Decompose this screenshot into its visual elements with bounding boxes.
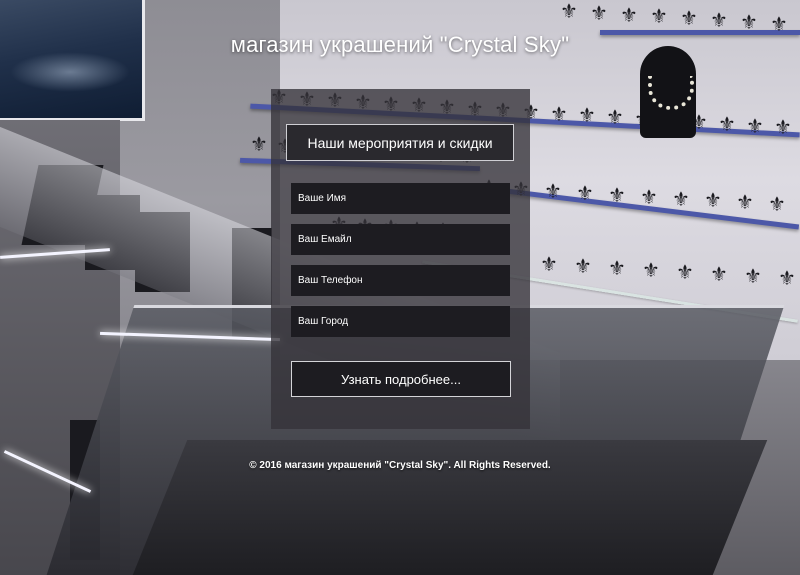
earring-stand: ⚜ [676, 262, 694, 285]
earring-stand: ⚜ [710, 264, 728, 287]
earring-stand: ⚜ [608, 184, 626, 207]
learn-more-button[interactable]: Узнать подробнее... [291, 361, 511, 397]
email-field[interactable] [291, 224, 510, 255]
site-title: магазин украшений "Crystal Sky" [230, 32, 570, 57]
earring-stand: ⚜ [768, 194, 786, 217]
earring-stand: ⚜ [544, 180, 562, 203]
earring-stand: ⚜ [608, 258, 626, 281]
wall-painting [0, 0, 145, 121]
earring-stand: ⚜ [606, 107, 624, 130]
earring-stand: ⚜ [640, 186, 658, 209]
earring-stand: ⚜ [650, 6, 668, 29]
earring-stand: ⚜ [642, 260, 660, 283]
earring-stand: ⚜ [560, 1, 578, 23]
earring-stand: ⚜ [718, 113, 736, 136]
earring-stand: ⚜ [590, 2, 608, 25]
city-field[interactable] [291, 306, 510, 337]
copyright-footer: © 2016 магазин украшений "Crystal Sky". … [249, 460, 551, 471]
events-discounts-button[interactable]: Наши мероприятия и скидки [286, 124, 514, 161]
earring-stand: ⚜ [550, 103, 568, 126]
earring-stand: ⚜ [744, 266, 762, 289]
earring-stand: ⚜ [672, 188, 690, 211]
earring-stand: ⚜ [578, 105, 596, 128]
earring-stand: ⚜ [774, 117, 792, 140]
earring-stand: ⚜ [540, 254, 558, 276]
phone-field[interactable] [291, 265, 510, 296]
earring-stand: ⚜ [778, 268, 796, 291]
necklace-display-bust [640, 46, 696, 138]
earring-stand: ⚜ [746, 115, 764, 138]
earring-stand: ⚜ [736, 192, 754, 215]
name-field[interactable] [291, 183, 510, 214]
earring-stand: ⚜ [620, 4, 638, 27]
earring-stand: ⚜ [574, 256, 592, 279]
earring-stand: ⚜ [250, 134, 268, 156]
earring-stand: ⚜ [576, 182, 594, 205]
earring-stand: ⚜ [704, 190, 722, 213]
